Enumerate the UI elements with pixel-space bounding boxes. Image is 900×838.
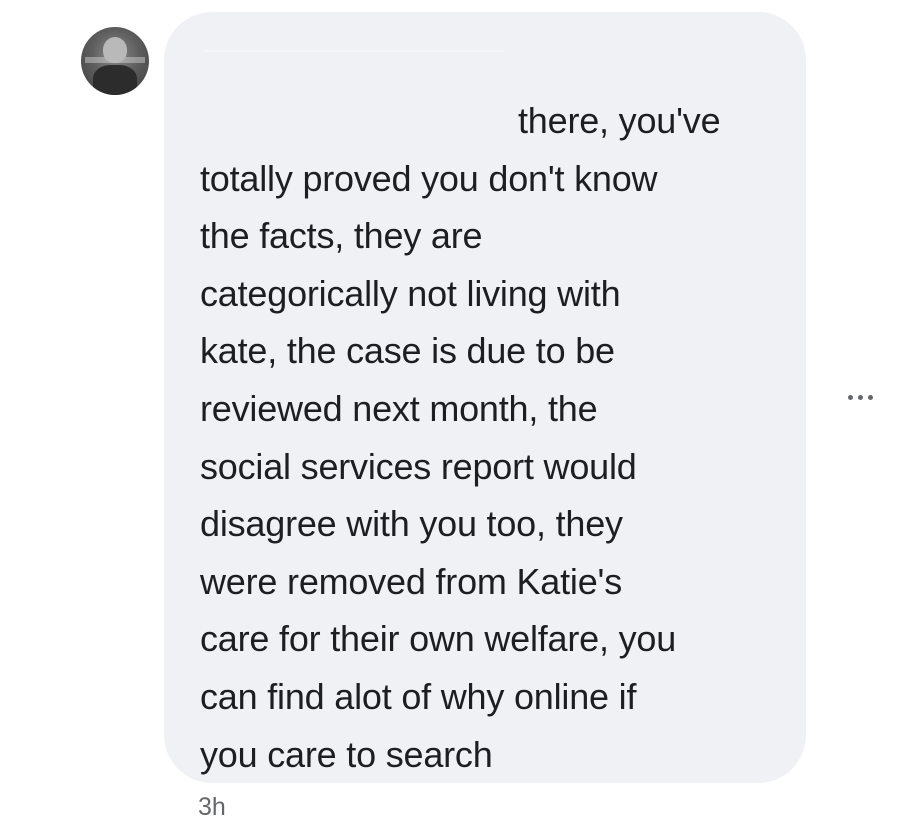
comment-line: totally proved you don't know (200, 157, 658, 199)
comment-line: social services report would (200, 445, 637, 487)
comment-line: care for their own welfare, you (200, 618, 677, 660)
avatar-head-shape (103, 37, 127, 63)
comment-line: disagree with you too, they (200, 503, 623, 545)
comment-line: can find alot of why online if (200, 675, 637, 717)
redacted-author-name (204, 50, 504, 52)
more-options-icon (857, 394, 863, 400)
comment-text: there, you've totally proved you don't k… (200, 92, 790, 783)
comment-line: the facts, they are (200, 215, 483, 257)
comment-line: you care to search (200, 733, 493, 775)
more-options-icon (867, 394, 873, 400)
comment-line: were removed from Katie's (200, 560, 623, 602)
comment-timestamp[interactable]: 3h (198, 792, 226, 822)
comment-line: reviewed next month, the (200, 387, 598, 429)
author-avatar[interactable] (81, 27, 149, 95)
comment-bubble: there, you've totally proved you don't k… (164, 12, 806, 783)
comment-line: kate, the case is due to be (200, 330, 615, 372)
comment-line: there, you've (518, 100, 721, 141)
more-options-button[interactable] (840, 385, 880, 409)
avatar-body-shape (93, 65, 137, 95)
more-options-icon (847, 394, 853, 400)
comment-line: categorically not living with (200, 272, 621, 314)
